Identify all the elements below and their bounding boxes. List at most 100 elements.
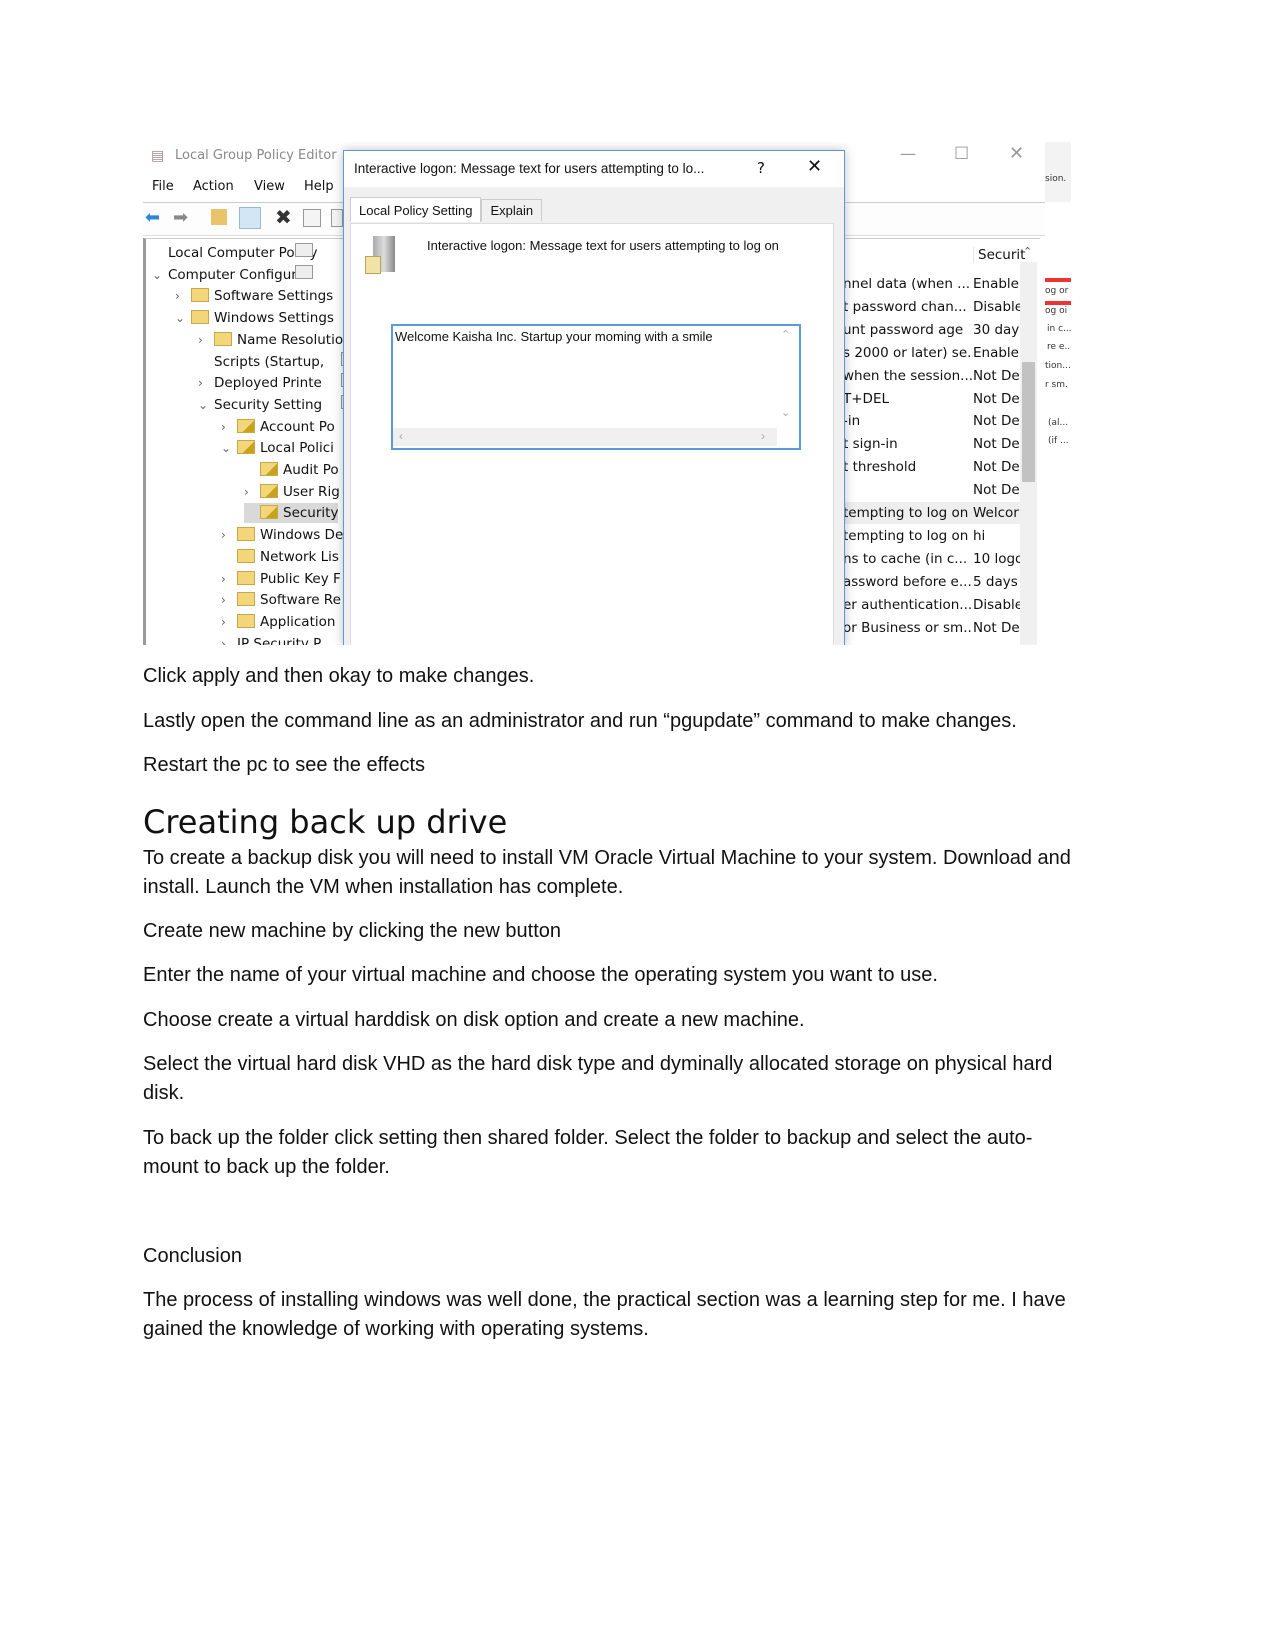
tree-item[interactable]: › Software Re (221, 590, 341, 610)
list-row[interactable]: nnel data (when ... Enable (843, 273, 1023, 295)
list-row[interactable]: or Business or sm...Not De (843, 617, 1023, 639)
list-row[interactable]: T+DEL Not De (843, 388, 1023, 410)
fragment-text: og or (1045, 286, 1069, 296)
policy-name-cell: ns to cache (in c... (843, 550, 968, 567)
chevron-down-icon[interactable]: ⌄ (152, 265, 168, 285)
security-setting-cell: Not De (973, 436, 1020, 453)
list-row[interactable]: er authentication...Disable (843, 594, 1023, 616)
back-arrow-icon[interactable]: ⬅ (145, 207, 160, 228)
menu-file[interactable]: File (152, 179, 174, 194)
vertical-scrollbar[interactable] (1020, 262, 1037, 645)
list-row[interactable]: when the session...Not De (843, 365, 1023, 387)
list-row[interactable]: assword before e...5 days (843, 571, 1023, 593)
list-row[interactable]: t sign-in Not De (843, 433, 1023, 455)
folder-icon (237, 570, 255, 585)
tree-item[interactable]: Local Computer Policy (152, 243, 318, 263)
chevron-right-icon[interactable]: › (244, 482, 260, 502)
tab-local-policy-setting[interactable]: Local Policy Setting (350, 197, 482, 222)
console-tree: Local Computer Policy ⌄ Computer Configura… (143, 238, 382, 645)
list-row[interactable]: tempting to log on Welcor (843, 502, 1023, 524)
chevron-right-icon[interactable]: › (198, 330, 214, 350)
list-row[interactable]: tempting to log on hi (843, 525, 1023, 547)
tree-item[interactable]: › Software Settings (175, 286, 333, 306)
policy-name-cell: tempting to log on (843, 505, 969, 521)
policy-name-cell: tempting to log on (843, 527, 969, 544)
tree-item[interactable]: ⌄ Computer Configurati (152, 264, 314, 285)
policy-name-cell: -in (843, 413, 861, 430)
tree-item[interactable]: ⌄ Security Setting (198, 394, 359, 415)
chevron-right-icon[interactable]: › (175, 286, 191, 306)
export-list-icon[interactable] (331, 209, 343, 227)
fragment-text: og oi (1045, 306, 1068, 316)
scroll-left-icon[interactable]: ‹ (399, 429, 403, 443)
dialog-close-icon[interactable]: ✕ (807, 156, 822, 177)
tree-item[interactable]: › Application (221, 612, 335, 632)
properties-icon[interactable] (303, 209, 321, 227)
up-folder-icon[interactable] (211, 209, 227, 225)
list-row[interactable]: -in Not De (843, 410, 1023, 432)
chevron-down-icon[interactable]: ⌄ (198, 395, 214, 415)
list-row[interactable]: unt password age 30 days (843, 319, 1023, 341)
tree-item-label: Security Setting (214, 396, 323, 413)
list-row[interactable]: t threshold Not De (843, 456, 1023, 478)
chevron-right-icon[interactable]: › (221, 612, 237, 632)
scrollbar-thumb[interactable] (1022, 362, 1035, 482)
menu-action[interactable]: Action (193, 179, 234, 194)
tree-item[interactable]: Audit Po (244, 460, 339, 480)
menu-help[interactable]: Help (304, 179, 334, 194)
column-header-security-setting[interactable]: Securit (973, 247, 1025, 263)
tree-item[interactable]: › Public Key F (221, 569, 341, 589)
help-button[interactable]: ? (757, 159, 765, 177)
tree-item[interactable]: ⌄ Windows Settings (175, 308, 334, 328)
paragraph: Click apply and then okay to make change… (143, 665, 535, 687)
close-icon[interactable]: ✕ (1009, 143, 1024, 164)
policy-name-cell: unt password age (843, 321, 964, 338)
tree-item[interactable]: › Account Po (221, 417, 335, 437)
chevron-right-icon[interactable]: › (198, 373, 214, 393)
security-setting-cell: Not De (973, 619, 1020, 636)
chevron-right-icon[interactable]: › (221, 590, 237, 610)
list-row[interactable]: t password chan... Disable (843, 296, 1023, 318)
fragment-text: r sm. (1045, 380, 1068, 390)
fragment-text: sion. (1045, 174, 1067, 184)
tree-item[interactable]: › Windows De (221, 525, 343, 545)
forward-arrow-icon[interactable]: ➡ (173, 207, 188, 228)
tree-item[interactable]: Network Lis (221, 547, 339, 567)
scroll-down-icon[interactable]: ⌄ (781, 406, 790, 419)
security-setting-cell: 30 days (973, 321, 1021, 338)
tree-item[interactable]: Scripts (Startup, (198, 351, 359, 372)
fragment-text: in c... (1047, 324, 1071, 334)
scroll-up-icon[interactable]: ⌃ (781, 328, 790, 341)
chevron-down-icon[interactable]: ⌄ (221, 438, 237, 458)
maximize-icon[interactable]: ☐ (954, 144, 969, 164)
delete-icon[interactable]: ✖ (275, 205, 292, 229)
tree-item[interactable]: Security (244, 503, 339, 524)
horizontal-scrollbar[interactable]: ‹ › (393, 428, 777, 446)
menu-view[interactable]: View (254, 179, 285, 194)
chevron-right-icon[interactable]: › (221, 417, 237, 437)
security-setting-cell: Enable (973, 344, 1019, 361)
chevron-right-icon[interactable]: › (221, 525, 237, 545)
tree-item[interactable]: ⌄ Local Polici (221, 438, 334, 458)
tree-item[interactable]: › Deployed Printe (198, 373, 359, 393)
tree-item[interactable]: › IP Security P (221, 633, 382, 645)
chevron-right-icon[interactable]: › (221, 569, 237, 589)
list-row[interactable]: s 2000 or later) se...Enable (843, 342, 1023, 364)
message-text-input[interactable]: Welcome Kaisha Inc. Startup your moming … (391, 324, 801, 450)
dialog-title: Interactive logon: Message text for user… (354, 161, 705, 176)
minimize-icon[interactable]: — (900, 144, 916, 163)
tree-item[interactable]: › Name Resolutio (198, 330, 343, 350)
chevron-right-icon[interactable]: › (221, 634, 237, 645)
folder-icon (237, 527, 255, 542)
tree-item-label: Account Po (260, 418, 335, 435)
scroll-right-icon[interactable]: › (761, 429, 765, 443)
security-setting-cell: Not De (973, 390, 1020, 407)
scroll-up-icon[interactable]: ⌃ (1023, 245, 1032, 258)
chevron-down-icon[interactable]: ⌄ (175, 308, 191, 328)
tab-explain[interactable]: Explain (481, 199, 543, 221)
show-hide-tree-icon[interactable] (239, 207, 261, 229)
list-row[interactable]: ns to cache (in c... 10 logo (843, 548, 1023, 570)
tree-item[interactable]: › User Rig (244, 482, 340, 502)
tree-item-label: Software Settings (214, 288, 334, 305)
list-row[interactable]: Not De (843, 479, 1023, 501)
